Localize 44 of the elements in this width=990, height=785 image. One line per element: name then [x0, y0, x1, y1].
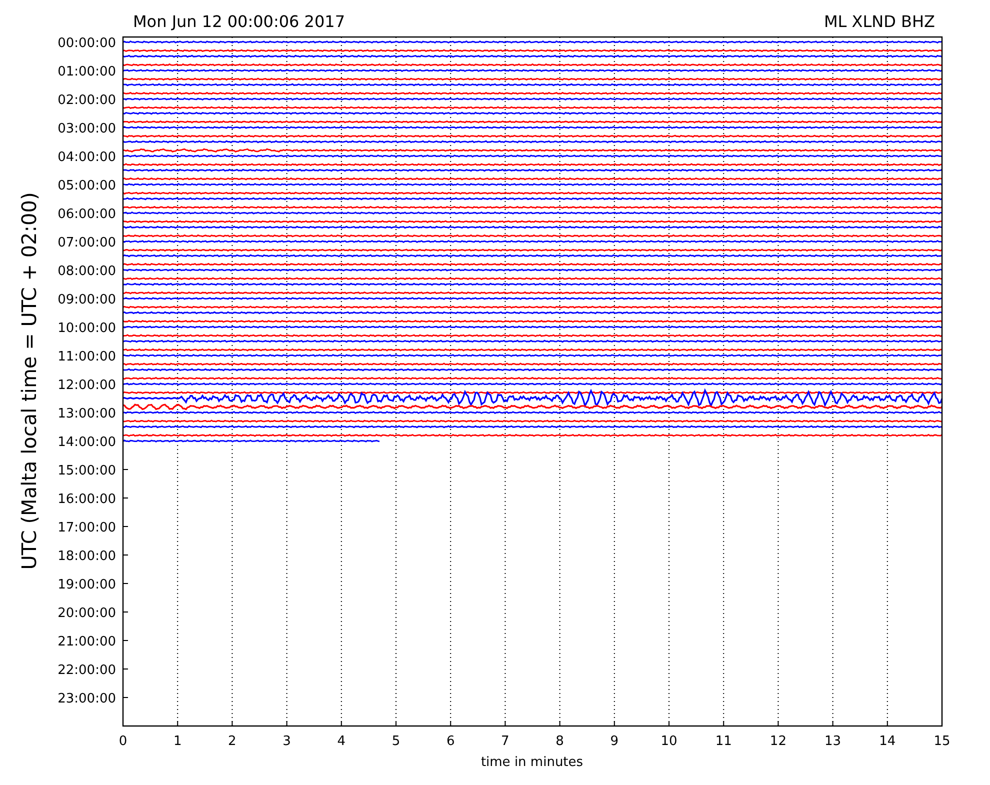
tick-label: 07:00:00 — [58, 236, 116, 250]
tick-label: 21:00:00 — [58, 634, 116, 650]
station-label: ML XLND BHZ — [824, 12, 935, 31]
tick-label: 03:00:00 — [58, 122, 116, 136]
tick-label: 00:00:00 — [58, 36, 116, 51]
tick-label: 3 — [282, 734, 291, 749]
tick-label: 16:00:00 — [58, 492, 116, 507]
tick-label: 14:00:00 — [58, 435, 116, 450]
axis-label: UTC (Malta local time = UTC + 02:00) — [17, 192, 41, 570]
tick-label: 6 — [446, 734, 455, 749]
tick-label: 9 — [610, 734, 619, 749]
tick-label: 04:00:00 — [58, 150, 116, 165]
tick-label: 5 — [392, 734, 400, 749]
tick-label: 7 — [501, 734, 510, 749]
axis-label: time in minutes — [480, 755, 584, 770]
tick-label: 14 — [879, 734, 896, 749]
tick-label: 18:00:00 — [58, 549, 116, 564]
tick-label: 09:00:00 — [58, 292, 116, 308]
tick-label: 12:00:00 — [58, 378, 116, 393]
tick-label: 13:00:00 — [58, 406, 116, 422]
tick-label: 13 — [824, 734, 842, 749]
tick-label: 4 — [337, 734, 346, 749]
tick-label: 15:00:00 — [58, 464, 116, 478]
tick-label: 8 — [556, 734, 564, 749]
tick-label: 08:00:00 — [58, 264, 116, 279]
tick-label: 1 — [173, 734, 182, 749]
tick-label: 02:00:00 — [58, 93, 116, 108]
tick-label: 20:00:00 — [58, 606, 116, 621]
tick-label: 10:00:00 — [58, 321, 116, 336]
tick-label: 12 — [770, 734, 786, 749]
tick-label: 17:00:00 — [58, 520, 116, 536]
tick-label: 15 — [934, 734, 950, 749]
tick-label: 05:00:00 — [58, 178, 116, 194]
tick-label: 22:00:00 — [58, 663, 116, 678]
tick-label: 10 — [660, 734, 678, 749]
tick-label: 19:00:00 — [58, 578, 116, 592]
tick-label: 11:00:00 — [58, 350, 116, 364]
tick-label: 01:00:00 — [58, 64, 116, 80]
tick-label: 0 — [118, 734, 128, 749]
tick-label: 06:00:00 — [58, 207, 116, 222]
tick-label: 11 — [715, 734, 732, 749]
chart-title: Mon Jun 12 00:00:06 2017 — [133, 12, 346, 31]
tick-label: 2 — [228, 734, 236, 749]
tick-label: 23:00:00 — [58, 692, 116, 706]
